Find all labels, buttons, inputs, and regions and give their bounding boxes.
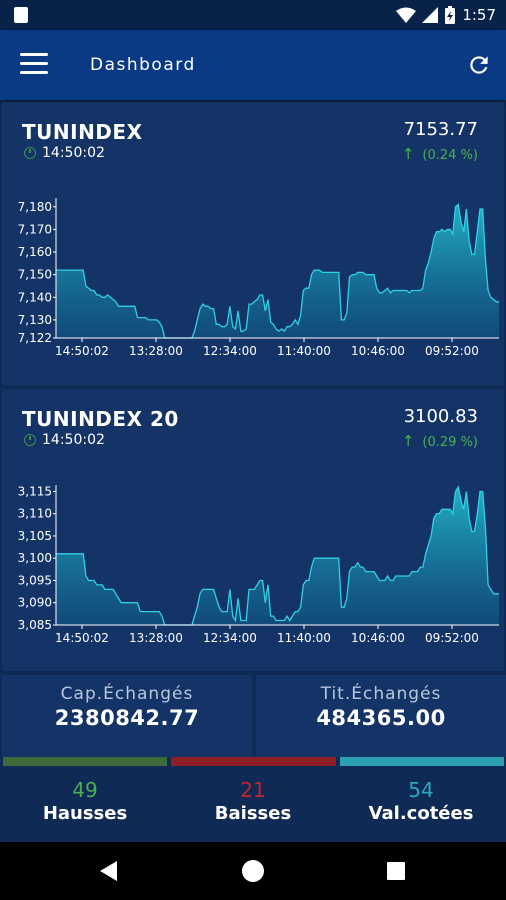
signal-icon xyxy=(422,7,439,23)
x-tick-label: 10:46:00 xyxy=(351,344,405,358)
index-name: TUNINDEX xyxy=(22,120,143,144)
y-tick-label: 3,085 xyxy=(18,618,52,632)
hausses-bar xyxy=(3,757,167,766)
status-bar: 1:57 xyxy=(0,0,506,30)
cap-echanges-box: Cap.Échangés 2380842.77 xyxy=(2,675,252,757)
index-time: 14:50:02 xyxy=(24,432,105,448)
wifi-icon xyxy=(396,7,417,23)
x-tick-label: 12:34:00 xyxy=(203,631,257,645)
y-tick-label: 7,160 xyxy=(18,245,52,259)
tunindex-20-chart: 3,115 3,110 3,105 3,100 3,095 3,090 3,08514:50… xyxy=(18,484,499,645)
index-time: 14:50:02 xyxy=(24,145,105,161)
y-tick-label: 3,090 xyxy=(18,596,52,610)
x-tick-label: 09:52:00 xyxy=(425,631,479,645)
battery-icon xyxy=(445,6,456,24)
page-title: Dashboard xyxy=(90,55,196,75)
series-area xyxy=(56,487,499,625)
x-tick-label: 13:28:00 xyxy=(129,631,183,645)
series-area xyxy=(56,204,499,338)
baisses-bar xyxy=(171,757,336,766)
x-tick-label: 12:34:00 xyxy=(203,344,257,358)
status-time: 1:57 xyxy=(462,6,496,24)
arrow-up-icon: ↑ xyxy=(401,432,415,450)
cotees-value: 54 xyxy=(408,778,434,802)
y-tick-label: 7,150 xyxy=(18,268,52,282)
y-tick-label: 7,122 xyxy=(18,331,52,345)
y-tick-label: 7,130 xyxy=(18,313,52,327)
index-card-tunindex-20[interactable]: TUNINDEX 20 14:50:02 3100.83 ↑ (0.29 %) 3… xyxy=(2,389,504,671)
tit-echanges-label: Tit.Échangés xyxy=(320,684,442,704)
index-value: 7153.77 xyxy=(403,119,478,140)
y-tick-label: 7,170 xyxy=(18,222,52,236)
refresh-icon[interactable] xyxy=(466,52,492,78)
system-nav-bar xyxy=(0,842,506,900)
cotees-bar xyxy=(340,757,504,766)
baisses-value: 21 xyxy=(240,778,266,802)
index-value: 3100.83 xyxy=(403,406,478,427)
x-tick-label: 14:50:02 xyxy=(55,631,109,645)
index-card-tunindex[interactable]: TUNINDEX 14:50:02 7153.77 ↑ (0.24 %) 7,18… xyxy=(2,102,504,385)
baisses-label: Baisses xyxy=(214,803,292,824)
recent-apps-icon[interactable] xyxy=(387,862,405,880)
clock-icon xyxy=(24,434,36,446)
x-tick-label: 13:28:00 xyxy=(129,344,183,358)
cap-echanges-label: Cap.Échangés xyxy=(60,684,194,704)
y-tick-label: 3,100 xyxy=(18,551,52,565)
index-change: ↑ (0.29 %) xyxy=(402,432,478,450)
tunindex-chart: 7,180 7,170 7,160 7,150 7,140 7,130 7,12214:50… xyxy=(18,198,499,358)
cotees-count[interactable]: 54 Val.cotées xyxy=(337,778,505,824)
y-tick-label: 3,095 xyxy=(18,573,52,587)
home-icon[interactable] xyxy=(242,860,264,882)
hausses-value: 49 xyxy=(72,778,98,802)
index-change: ↑ (0.24 %) xyxy=(402,145,478,163)
hausses-label: Hausses xyxy=(42,803,128,824)
clock-icon xyxy=(24,147,36,159)
menu-icon[interactable] xyxy=(20,53,48,75)
index-time-value: 14:50:02 xyxy=(42,145,105,161)
y-tick-label: 3,105 xyxy=(18,529,52,543)
index-change-value: (0.24 %) xyxy=(422,148,478,163)
market-counts: 49 Hausses 21 Baisses 54 Val.cotées xyxy=(0,766,506,842)
x-tick-label: 11:40:00 xyxy=(277,344,331,358)
index-time-value: 14:50:02 xyxy=(42,432,105,448)
baisses-count[interactable]: 21 Baisses xyxy=(169,778,337,824)
y-tick-label: 3,110 xyxy=(18,507,52,521)
cap-echanges-value: 2380842.77 xyxy=(54,706,200,730)
arrow-up-icon: ↑ xyxy=(401,145,415,163)
y-tick-label: 3,115 xyxy=(18,484,52,498)
x-tick-label: 14:50:02 xyxy=(55,344,109,358)
cotees-label: Val.cotées xyxy=(368,803,474,824)
tit-echanges-box: Tit.Échangés 484365.00 xyxy=(256,675,506,757)
tit-echanges-value: 484365.00 xyxy=(316,706,446,730)
x-tick-label: 11:40:00 xyxy=(277,631,331,645)
x-tick-label: 10:46:00 xyxy=(351,631,405,645)
hausses-count[interactable]: 49 Hausses xyxy=(1,778,169,824)
y-tick-label: 7,180 xyxy=(18,200,52,214)
index-name: TUNINDEX 20 xyxy=(22,407,179,431)
app-bar: Dashboard xyxy=(0,30,506,100)
x-tick-label: 09:52:00 xyxy=(425,344,479,358)
index-change-value: (0.29 %) xyxy=(422,435,478,450)
y-tick-label: 7,140 xyxy=(18,290,52,304)
back-icon[interactable] xyxy=(100,861,117,881)
sim-card-icon xyxy=(14,7,28,23)
